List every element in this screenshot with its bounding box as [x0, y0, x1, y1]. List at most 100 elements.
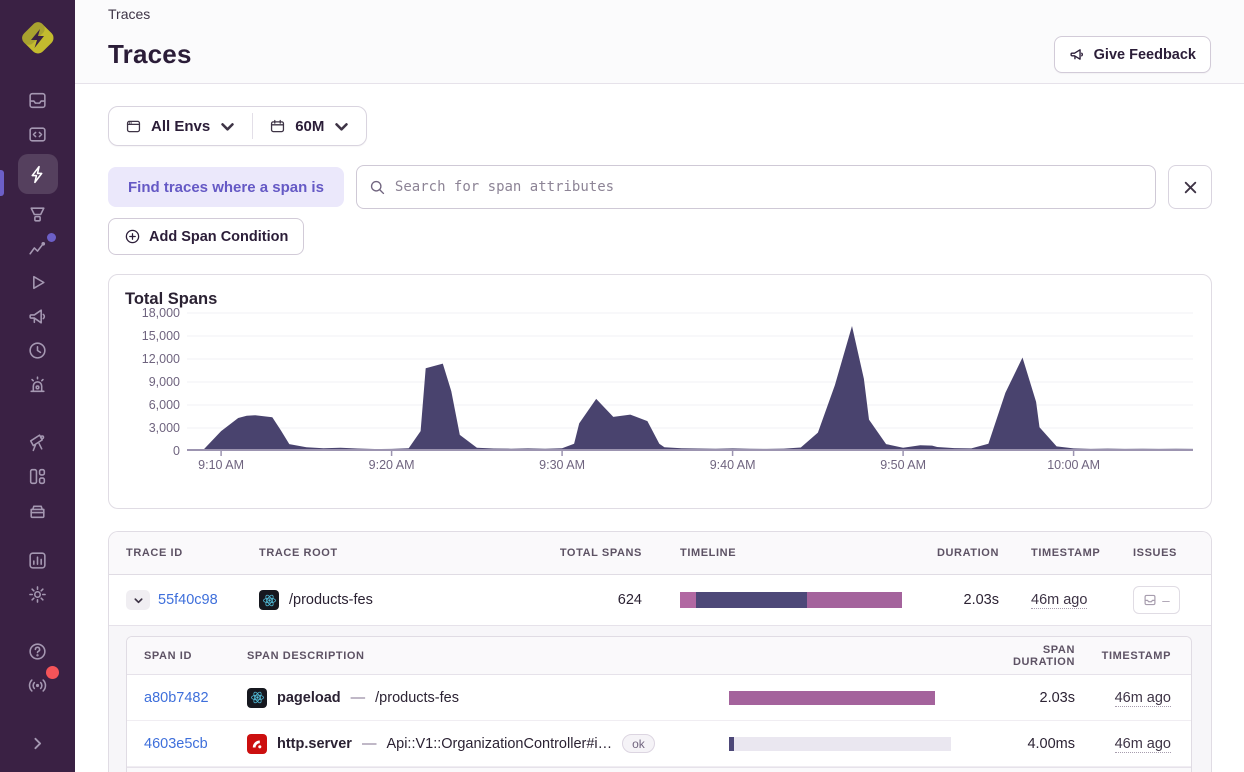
- react-icon: [259, 590, 279, 610]
- y-tick-label: 12,000: [142, 352, 180, 366]
- crons-icon[interactable]: [18, 333, 58, 367]
- span-timestamp[interactable]: 46m ago: [1115, 690, 1171, 707]
- chevron-down-icon: [133, 595, 144, 606]
- search-input[interactable]: [395, 179, 1143, 195]
- x-tick-label: 9:20 AM: [369, 458, 415, 472]
- page-filter-bar: All Envs 60M: [108, 106, 367, 146]
- help-icon[interactable]: [18, 634, 58, 668]
- close-icon: [1183, 180, 1198, 195]
- issues-icon: [1143, 593, 1157, 607]
- col-total-spans: Total Spans: [558, 547, 658, 559]
- col-trace-root: Trace Root: [259, 547, 558, 559]
- col-span-duration: Span Duration: [979, 644, 1091, 668]
- x-tick-label: 9:50 AM: [880, 458, 926, 472]
- trace-root-name: /products-fes: [289, 592, 373, 608]
- span-separator: —: [362, 736, 377, 752]
- add-span-condition-button[interactable]: Add Span Condition: [108, 218, 304, 255]
- span-row[interactable]: 4603e5cb http.server — Api::V1::Organiza…: [127, 721, 1191, 767]
- megaphone-icon: [1069, 46, 1086, 63]
- collapse-trace-button[interactable]: [126, 590, 150, 610]
- y-tick-label: 6,000: [149, 398, 180, 412]
- col-span-timestamp: Timestamp: [1091, 650, 1191, 662]
- span-op: http.server: [277, 736, 352, 752]
- dashboards-icon[interactable]: [18, 459, 58, 493]
- issues-icon[interactable]: [18, 83, 58, 117]
- y-tick-label: 15,000: [142, 329, 180, 343]
- projects-icon[interactable]: [18, 117, 58, 151]
- trace-row[interactable]: 55f40c98 /products-fes 624 2.03s 46m ago: [109, 575, 1211, 625]
- chevron-down-icon: [333, 118, 350, 135]
- trace-timeline-bar: [680, 592, 902, 608]
- insights-icon[interactable]: [18, 231, 58, 265]
- collapse-sidebar-icon[interactable]: [18, 726, 58, 760]
- total-spans-value: 624: [558, 592, 658, 608]
- replays-icon[interactable]: [18, 265, 58, 299]
- trace-issues-count: –: [1162, 593, 1169, 608]
- alerts-icon[interactable]: [18, 367, 58, 401]
- trace-issues-button[interactable]: –: [1133, 586, 1180, 614]
- x-tick-label: 9:10 AM: [198, 458, 244, 472]
- give-feedback-label: Give Feedback: [1094, 47, 1196, 63]
- trace-expanded-section: Span ID Span Description Span Duration T…: [109, 625, 1211, 772]
- span-description: /products-fes: [375, 690, 459, 706]
- col-timestamp: Timestamp: [1015, 547, 1133, 559]
- next-row-strip: [127, 767, 1191, 772]
- x-tick-label: 10:00 AM: [1047, 458, 1100, 472]
- span-search-box[interactable]: [356, 165, 1156, 209]
- col-span-description: Span Description: [247, 650, 729, 662]
- environment-filter[interactable]: All Envs: [109, 107, 252, 145]
- react-icon: [247, 688, 267, 708]
- span-timestamp[interactable]: 46m ago: [1115, 736, 1171, 753]
- col-issues: Issues: [1133, 547, 1211, 559]
- trace-id-link[interactable]: 55f40c98: [158, 592, 218, 608]
- span-id-link[interactable]: a80b7482: [144, 690, 209, 706]
- environment-filter-label: All Envs: [151, 118, 210, 135]
- chart-title: Total Spans: [125, 290, 1193, 309]
- clear-search-button[interactable]: [1168, 165, 1212, 209]
- ruby-icon: [247, 734, 267, 754]
- span-description: Api::V1::OrganizationController#i…: [386, 736, 612, 752]
- chart-y-axis: 03,0006,0009,00012,00015,00018,000: [125, 311, 187, 478]
- span-duration: 2.03s: [979, 690, 1091, 706]
- traces-table: Trace ID Trace Root Total Spans Timeline…: [108, 531, 1212, 772]
- trace-duration: 2.03s: [920, 592, 1015, 608]
- timeline-segment: [807, 592, 902, 608]
- chevron-down-icon: [219, 118, 236, 135]
- feedback-icon[interactable]: [18, 299, 58, 333]
- time-range-filter-label: 60M: [295, 118, 324, 135]
- window-icon: [125, 118, 142, 135]
- span-row[interactable]: a80b7482 pageload — /products-fes 2.03s: [127, 675, 1191, 721]
- x-tick-label: 9:30 AM: [539, 458, 585, 472]
- releases-icon[interactable]: [18, 493, 58, 527]
- give-feedback-button[interactable]: Give Feedback: [1054, 36, 1211, 73]
- traces-table-header: Trace ID Trace Root Total Spans Timeline…: [109, 532, 1211, 575]
- chart-plot: [187, 311, 1193, 452]
- add-circle-icon: [124, 228, 141, 245]
- spans-table: Span ID Span Description Span Duration T…: [126, 636, 1192, 772]
- breadcrumb[interactable]: Traces: [108, 4, 1211, 22]
- sidebar: [0, 0, 75, 772]
- settings-icon[interactable]: [18, 577, 58, 611]
- calendar-icon: [269, 118, 286, 135]
- discover-icon[interactable]: [18, 425, 58, 459]
- x-tick-label: 9:40 AM: [710, 458, 756, 472]
- time-range-filter[interactable]: 60M: [253, 107, 366, 145]
- span-id-link[interactable]: 4603e5cb: [144, 736, 208, 752]
- timeline-segment: [680, 592, 696, 608]
- y-tick-label: 0: [173, 444, 180, 458]
- whats-new-notification-dot: [46, 666, 59, 679]
- whats-new-icon[interactable]: [18, 668, 58, 702]
- spans-table-header: Span ID Span Description Span Duration T…: [127, 637, 1191, 675]
- span-duration-bar-1: [729, 737, 951, 751]
- explore-traces-icon[interactable]: [18, 154, 58, 194]
- col-duration: Duration: [920, 547, 1015, 559]
- find-traces-badge: Find traces where a span is: [108, 167, 344, 207]
- sentry-logo[interactable]: [17, 17, 59, 59]
- trace-timestamp[interactable]: 46m ago: [1031, 592, 1087, 609]
- search-icon: [369, 179, 386, 196]
- stats-icon[interactable]: [18, 543, 58, 577]
- span-bar-fill: [729, 691, 935, 705]
- profiling-icon[interactable]: [18, 197, 58, 231]
- span-status-badge: ok: [622, 734, 655, 753]
- page-title: Traces: [108, 39, 192, 70]
